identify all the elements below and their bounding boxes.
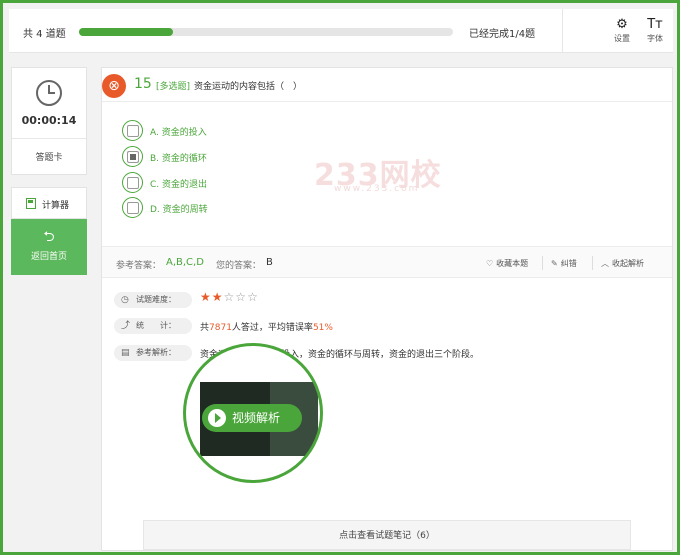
clock-icon: ◷ bbox=[121, 295, 129, 305]
font-size-label: 字体 bbox=[647, 34, 663, 43]
calculator-label: 计算器 bbox=[42, 201, 70, 211]
option-label: B. 资金的循环 bbox=[150, 154, 207, 164]
option-label: A. 资金的投入 bbox=[150, 128, 207, 138]
star-icon: ☆ bbox=[235, 290, 248, 304]
app-frame: 共 4 道题 已经完成1/4题 ⚙ 设置 Tт 字体 00:00:14 答题卡 … bbox=[0, 0, 680, 555]
analysis-label: 参考解析： bbox=[136, 348, 176, 357]
back-home-label: 返回首页 bbox=[30, 252, 67, 262]
font-size-button[interactable]: Tт 字体 bbox=[640, 17, 670, 44]
favorite-label: 收藏本题 bbox=[496, 259, 529, 268]
top-bar: 共 4 道题 已经完成1/4题 ⚙ 设置 Tт 字体 bbox=[9, 9, 673, 53]
progress-text: 已经完成1/4题 bbox=[469, 29, 536, 40]
progress-bar bbox=[79, 28, 453, 36]
watermark-url: www.233.com bbox=[334, 184, 420, 194]
answer-card-button[interactable]: 答题卡 bbox=[12, 150, 86, 163]
reference-answer-label: 参考答案： bbox=[116, 261, 162, 271]
video-magnifier: 视频解析 bbox=[183, 343, 323, 483]
question-type: [多选题] bbox=[156, 82, 191, 92]
video-analysis-label: 视频解析 bbox=[232, 411, 281, 425]
collapse-analysis-label: 收起解析 bbox=[612, 259, 644, 268]
settings-button[interactable]: ⚙ 设置 bbox=[607, 17, 637, 44]
checkbox-icon[interactable] bbox=[122, 146, 143, 167]
timer: 00:00:14 bbox=[21, 114, 77, 127]
option-label: D. 资金的周转 bbox=[150, 205, 208, 215]
star-icon: ★ bbox=[211, 290, 224, 304]
star-icon: ☆ bbox=[223, 290, 236, 304]
question-panel: ⊗ 15 [多选题] 资金运动的内容包括（ ） A. 资金的投入 B. 资金的循… bbox=[101, 67, 673, 551]
back-home-button[interactable]: ⮌ 返回首页 bbox=[11, 219, 87, 275]
chart-icon: ⤴ bbox=[121, 321, 131, 331]
correction-button[interactable]: ✎ 纠错 bbox=[551, 258, 577, 269]
pencil-icon: ✎ bbox=[551, 259, 558, 268]
checkbox-icon[interactable] bbox=[122, 120, 143, 141]
difficulty-tag: ◷ 试题难度： bbox=[114, 292, 192, 308]
timer-panel: 00:00:14 答题卡 bbox=[11, 67, 87, 175]
favorite-button[interactable]: ♡ 收藏本题 bbox=[486, 258, 528, 269]
analysis-tag: ▤ 参考解析： bbox=[114, 345, 192, 361]
stats-middle: 人答过，平均错误率 bbox=[231, 323, 313, 333]
question-header: ⊗ 15 [多选题] 资金运动的内容包括（ ） bbox=[102, 68, 672, 102]
wrong-icon: ⊗ bbox=[102, 74, 126, 98]
stats-label: 统 计： bbox=[136, 321, 176, 330]
question-text: 资金运动的内容包括（ ） bbox=[194, 82, 303, 92]
option-label: C. 资金的退出 bbox=[150, 180, 208, 190]
checkbox-icon[interactable] bbox=[122, 172, 143, 193]
action-divider bbox=[592, 256, 593, 270]
collapse-analysis-button[interactable]: ︿ 收起解析 bbox=[601, 258, 644, 269]
my-answer: B bbox=[266, 257, 273, 268]
video-analysis-button[interactable]: 视频解析 bbox=[202, 404, 302, 432]
stats-count: 7871 bbox=[209, 323, 232, 333]
chevron-up-icon: ︿ bbox=[601, 259, 609, 268]
star-icon: ★ bbox=[200, 290, 212, 304]
difficulty-stars: ★★☆☆☆ bbox=[200, 290, 259, 304]
question-number: 15 bbox=[134, 76, 152, 92]
answer-bar: 参考答案： A,B,C,D 您的答案： B ♡ 收藏本题 ✎ 纠错 ︿ 收起解析 bbox=[102, 246, 672, 278]
difficulty-label: 试题难度： bbox=[136, 295, 176, 304]
calculator-icon bbox=[26, 198, 36, 209]
stats-tag: ⤴ 统 计： bbox=[114, 318, 192, 334]
toolbar-divider bbox=[562, 9, 563, 53]
checkbox-icon[interactable] bbox=[122, 197, 143, 218]
reference-answer: A,B,C,D bbox=[166, 257, 204, 268]
star-icon: ☆ bbox=[247, 290, 259, 304]
clock-icon bbox=[36, 80, 62, 106]
total-questions: 共 4 道题 bbox=[23, 29, 66, 40]
heart-icon: ♡ bbox=[486, 259, 494, 268]
progress-fill bbox=[79, 28, 173, 36]
font-size-icon: Tт bbox=[647, 17, 663, 32]
stats-prefix: 共 bbox=[200, 323, 210, 333]
play-icon bbox=[208, 409, 226, 427]
my-answer-label: 您的答案： bbox=[216, 261, 262, 271]
stats-rate: 51% bbox=[312, 323, 333, 333]
return-icon: ⮌ bbox=[43, 229, 55, 245]
timer-divider bbox=[12, 138, 86, 139]
stats-text: 共7871人答过，平均错误率51% bbox=[200, 320, 333, 333]
gear-icon: ⚙ bbox=[616, 17, 628, 32]
settings-label: 设置 bbox=[614, 34, 630, 43]
calculator-button[interactable]: 计算器 bbox=[11, 187, 87, 219]
video-thumbnail[interactable]: 视频解析 bbox=[200, 382, 318, 456]
view-notes-button[interactable]: 点击查看试题笔记（6） bbox=[143, 520, 631, 550]
action-divider bbox=[542, 256, 543, 270]
correction-label: 纠错 bbox=[560, 259, 577, 268]
document-icon: ▤ bbox=[121, 348, 130, 358]
